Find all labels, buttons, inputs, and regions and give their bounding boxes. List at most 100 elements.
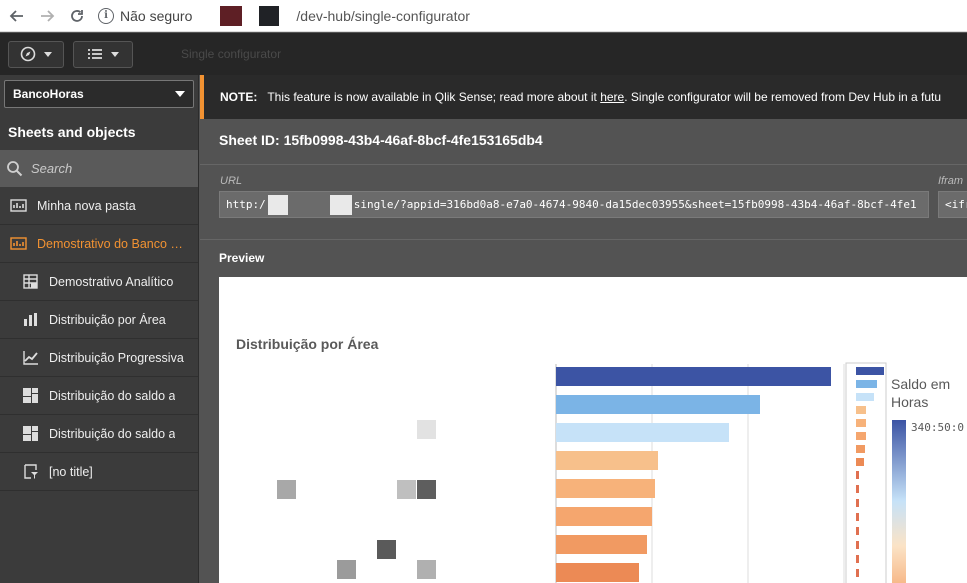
arrow-left-icon [9, 9, 23, 22]
bar[interactable] [556, 535, 647, 554]
line-chart-icon [23, 351, 38, 365]
info-icon[interactable]: i [98, 7, 114, 24]
legend-mini-bar [856, 541, 859, 549]
placeholder-square [277, 480, 296, 499]
placeholder-square [397, 480, 416, 499]
url-field[interactable]: http:/ single/?appid=316bd0a8-e7a0-4674-… [219, 191, 929, 218]
sheet-icon [10, 237, 27, 250]
legend-mini-bar [856, 406, 866, 414]
redacted-url-block [267, 194, 288, 215]
url-prefix: http:/ [226, 198, 266, 211]
placeholder-square [417, 560, 436, 579]
sidebar: BancoHoras Sheets and objects Search Min… [0, 75, 199, 583]
sheet-id: Sheet ID: 15fb0998-43b4-46af-8bcf-4fe153… [219, 132, 543, 148]
notice-banner: NOTE: This feature is now available in Q… [200, 75, 967, 119]
legend-mini-bar [856, 380, 877, 388]
chevron-down-icon [111, 51, 119, 57]
legend-mini-bar [856, 393, 874, 401]
redacted-url-block [329, 194, 352, 215]
divider [200, 239, 967, 240]
app-select-dropdown[interactable]: BancoHoras [4, 80, 194, 108]
navigation-menu-button[interactable] [8, 40, 64, 68]
color-legend-gradient [892, 420, 906, 583]
sidebar-item-label: [no title] [49, 464, 93, 479]
bar[interactable] [556, 451, 658, 470]
divider [200, 164, 967, 165]
placeholder-square [337, 560, 356, 579]
app-select-value: BancoHoras [13, 87, 84, 101]
sidebar-item-label: Minha nova pasta [37, 198, 136, 213]
treemap-icon [23, 426, 38, 441]
notice-prefix: NOTE: [220, 90, 258, 104]
sheet-icon [10, 199, 27, 212]
list-menu-button[interactable] [73, 40, 133, 68]
sidebar-item-demostrativo-banco[interactable]: Demostrativo do Banco de Horas [0, 225, 198, 263]
sidebar-search-input[interactable]: Search [0, 150, 198, 187]
redacted-host-block [220, 5, 243, 26]
app-title: Single configurator [181, 47, 282, 61]
reload-button[interactable] [64, 3, 90, 29]
bar-chart-icon [24, 313, 37, 326]
compass-icon [20, 46, 36, 62]
back-button[interactable] [4, 3, 30, 29]
sidebar-item-distribuicao-saldo-1[interactable]: Distribuição do saldo a [0, 377, 198, 415]
filter-icon [24, 464, 38, 479]
sidebar-item-demostrativo-analitico[interactable]: Demostrativo Analítico [0, 263, 198, 301]
forward-button[interactable] [34, 3, 60, 29]
legend-mini-bar [856, 513, 859, 521]
sidebar-item-label: Distribuição por Área [49, 312, 166, 327]
address-bar[interactable]: i Não seguro /dev-hub/single-configurato… [98, 3, 470, 29]
legend-max-value: 340:50:0 [911, 421, 964, 434]
main-panel: NOTE: This feature is now available in Q… [200, 75, 967, 583]
redacted-host-block [259, 5, 280, 26]
sidebar-item-distribuicao-area[interactable]: Distribuição por Área [0, 301, 198, 339]
sidebar-item-label: Demostrativo Analítico [49, 274, 174, 289]
reload-icon [71, 9, 83, 22]
iframe-label: Ifram [938, 175, 964, 187]
sidebar-item-distribuicao-saldo-2[interactable]: Distribuição do saldo a [0, 415, 198, 453]
search-placeholder: Search [31, 161, 73, 176]
iframe-value: <ifra [945, 198, 967, 211]
bar[interactable] [556, 423, 729, 442]
bar[interactable] [556, 395, 760, 414]
placeholder-square [377, 540, 396, 559]
app-toolbar: Single configurator [0, 33, 967, 75]
treemap-icon [23, 388, 38, 403]
search-icon [7, 161, 23, 177]
legend-mini-bar [856, 555, 859, 563]
security-label: Não seguro [120, 7, 193, 24]
legend-title: Saldo em Horas [891, 376, 951, 410]
bar[interactable] [556, 507, 652, 526]
sidebar-item-label: Demostrativo do Banco de Horas [37, 236, 187, 251]
preview-panel: Distribuição por Área Saldo em Horas 340… [219, 277, 967, 583]
sidebar-item-distribuicao-progressiva[interactable]: Distribuição Progressiva [0, 339, 198, 377]
legend-mini-bar [856, 499, 859, 507]
chevron-down-icon [175, 91, 185, 97]
bar[interactable] [556, 479, 655, 498]
browser-toolbar: i Não seguro /dev-hub/single-configurato… [0, 0, 967, 32]
legend-mini-bar [856, 527, 859, 535]
legend-mini-bar [856, 445, 865, 453]
legend-mini-bar [856, 367, 884, 375]
placeholder-square [417, 480, 436, 499]
bar[interactable] [556, 367, 831, 386]
legend-mini-bar [856, 458, 864, 466]
legend-mini-bar [856, 485, 859, 493]
table-icon [23, 274, 38, 289]
notice-link[interactable]: here [600, 90, 624, 104]
arrow-right-icon [41, 9, 55, 22]
sidebar-item-minha-nova-pasta[interactable]: Minha nova pasta [0, 187, 198, 225]
sidebar-item-label: Distribuição do saldo a [49, 388, 176, 403]
sidebar-item-label: Distribuição Progressiva [49, 350, 184, 365]
url-label: URL [220, 175, 243, 187]
list-icon [88, 49, 102, 59]
url-value: single/?appid=316bd0a8-e7a0-4674-9840-da… [353, 198, 917, 211]
bar-chart[interactable] [219, 277, 967, 583]
notice-text-end: . Single configurator will be removed fr… [624, 90, 942, 104]
legend-mini-bar [856, 471, 859, 479]
url-path: /dev-hub/single-configurator [296, 7, 470, 24]
sidebar-item-no-title[interactable]: [no title] [0, 453, 198, 491]
iframe-field[interactable]: <ifra [938, 191, 967, 218]
bar[interactable] [556, 563, 639, 582]
notice-text: This feature is now available in Qlik Se… [267, 90, 597, 104]
